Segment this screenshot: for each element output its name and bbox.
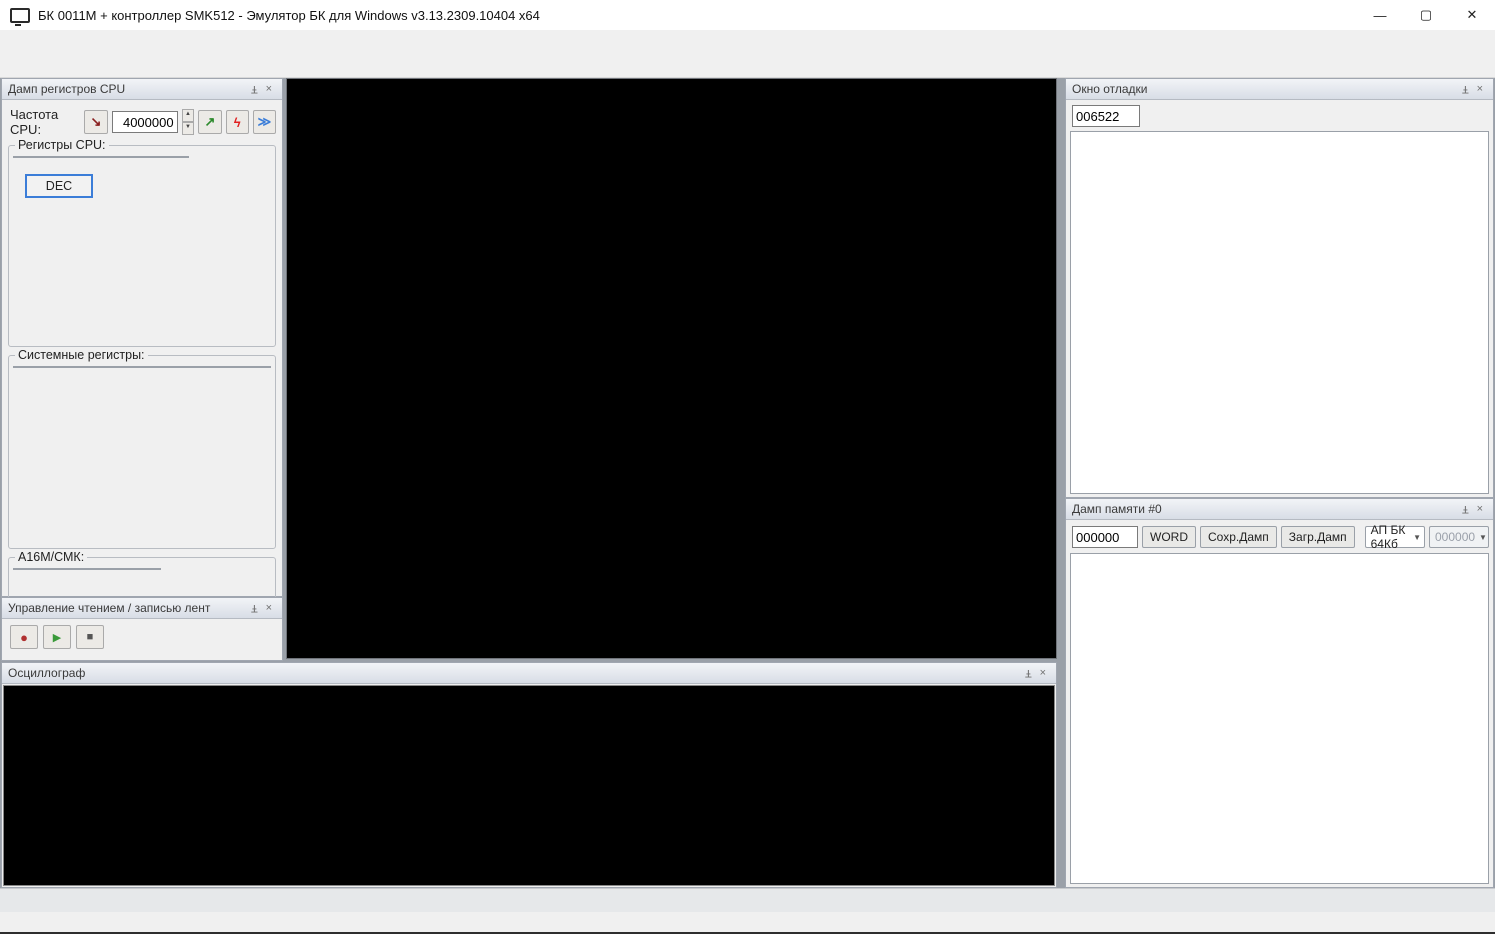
memory-space-select[interactable]: АП БК 64Кб▼	[1365, 526, 1425, 548]
freq-turbo-button[interactable]: ϟ	[226, 110, 249, 134]
oscilloscope-panel: Осциллограф Ŧ ×	[1, 662, 1057, 888]
registers-label: Регистры CPU:	[15, 138, 109, 152]
freq-apply-button[interactable]: ↘	[84, 110, 107, 134]
memory-table[interactable]	[1070, 553, 1489, 884]
memory-panel-title: Дамп памяти #0	[1072, 502, 1458, 516]
memory-panel: Дамп памяти #0 Ŧ × WORD Сохр.Дамп Загр.Д…	[1065, 498, 1494, 888]
pin-icon[interactable]: Ŧ	[247, 602, 262, 614]
disassembly-table[interactable]	[1070, 131, 1489, 494]
memory-page-select: 000000▼	[1429, 526, 1489, 548]
cpu-registers-table[interactable]	[13, 156, 189, 158]
freq-max-button[interactable]: ≫	[253, 110, 276, 134]
disasm-address-input[interactable]	[1072, 105, 1140, 127]
oscilloscope-trace	[4, 686, 1054, 886]
dec-button[interactable]: DEC	[25, 174, 93, 198]
app-icon	[10, 8, 30, 23]
demo-picture	[288, 80, 1055, 657]
memory-address-input[interactable]	[1072, 526, 1138, 548]
toolbar	[0, 52, 1495, 78]
debug-panel-title: Окно отладки	[1072, 82, 1458, 96]
a16m-label: A16M/СМК:	[15, 550, 87, 564]
tape-panel: Управление чтением / записью лент Ŧ × ● …	[1, 597, 283, 661]
freq-label: Частота CPU:	[10, 107, 80, 137]
pin-icon[interactable]: Ŧ	[1458, 83, 1473, 95]
status-bar	[0, 912, 1495, 934]
system-registers-table[interactable]	[13, 366, 271, 368]
minimize-button[interactable]: —	[1357, 0, 1403, 30]
tape-record-button[interactable]: ●	[10, 625, 38, 649]
menu-bar	[0, 30, 1495, 52]
maximize-button[interactable]: ▢	[1403, 0, 1449, 30]
main-area: Дамп регистров CPU Ŧ × Частота CPU: ↘ ▲▼…	[0, 78, 1495, 888]
close-icon[interactable]: ×	[1473, 83, 1487, 95]
close-icon[interactable]: ×	[1473, 503, 1487, 515]
load-dump-button[interactable]: Загр.Дамп	[1281, 526, 1355, 548]
emulator-screen[interactable]	[286, 78, 1057, 659]
cpu-panel-title: Дамп регистров CPU	[8, 82, 247, 96]
pin-icon[interactable]: Ŧ	[1458, 503, 1473, 515]
pin-icon[interactable]: Ŧ	[1021, 667, 1036, 679]
close-icon[interactable]: ×	[1036, 667, 1050, 679]
oscilloscope-title: Осциллограф	[8, 666, 1021, 680]
tape-panel-title: Управление чтением / записью лент	[8, 601, 247, 615]
sysreg-label: Системные регистры:	[15, 348, 148, 362]
tool-tabs-strip	[0, 888, 1495, 912]
debug-panel: Окно отладки Ŧ ×	[1065, 78, 1494, 498]
freq-run-button[interactable]: ↗	[198, 110, 221, 134]
close-button[interactable]: ✕	[1449, 0, 1495, 30]
word-mode-button[interactable]: WORD	[1142, 526, 1196, 548]
close-icon[interactable]: ×	[262, 83, 276, 95]
a16m-table	[13, 568, 161, 570]
cpu-dump-panel: Дамп регистров CPU Ŧ × Частота CPU: ↘ ▲▼…	[1, 78, 283, 597]
freq-spinner[interactable]: ▲▼	[182, 109, 195, 135]
close-icon[interactable]: ×	[262, 602, 276, 614]
pin-icon[interactable]: Ŧ	[247, 83, 262, 95]
save-dump-button[interactable]: Сохр.Дамп	[1200, 526, 1277, 548]
freq-input[interactable]	[112, 111, 178, 133]
window-title: БК 0011М + контроллер SMK512 - Эмулятор …	[38, 8, 540, 23]
title-bar: БК 0011М + контроллер SMK512 - Эмулятор …	[0, 0, 1495, 31]
tape-play-button[interactable]: ▶	[43, 625, 71, 649]
tape-stop-button[interactable]: ■	[76, 625, 104, 649]
